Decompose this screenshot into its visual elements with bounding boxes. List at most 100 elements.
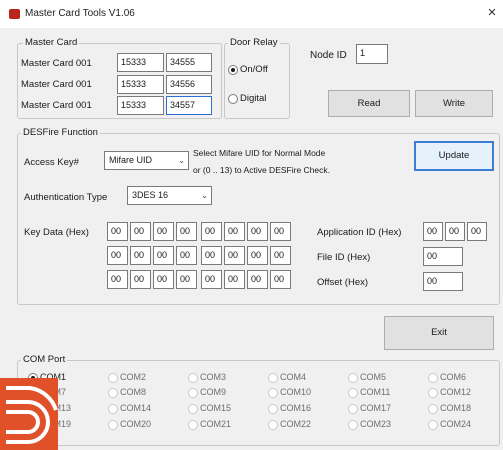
com-port-radio[interactable] — [348, 420, 358, 430]
access-key-hint-1: Select Mifare UID for Normal Mode — [193, 148, 326, 158]
com-port-label: COM16 — [280, 403, 312, 413]
com-port-radio[interactable] — [188, 373, 198, 383]
com-port-label: COM14 — [120, 403, 152, 413]
com-port-radio[interactable] — [428, 420, 438, 430]
auth-type-label: Authentication Type — [24, 192, 108, 203]
key-data-cell[interactable]: 00 — [130, 270, 151, 289]
key-data-cell[interactable]: 00 — [153, 222, 174, 241]
key-data-cell[interactable]: 00 — [153, 270, 174, 289]
com-port-label: COM23 — [360, 419, 392, 429]
access-key-label: Access Key# — [24, 157, 79, 168]
chevron-down-icon: ⌄ — [178, 156, 185, 165]
door-relay-group — [224, 43, 290, 119]
key-data-cell[interactable]: 00 — [270, 270, 291, 289]
com-port-radio[interactable] — [188, 388, 198, 398]
key-data-cell[interactable]: 00 — [176, 270, 197, 289]
master-card-3-field-2[interactable]: 34557 — [166, 96, 212, 115]
master-card-label-3: Master Card 001 — [21, 100, 92, 111]
com-port-radio[interactable] — [108, 373, 118, 383]
key-data-cell[interactable]: 00 — [107, 222, 128, 241]
com-port-label: COM11 — [360, 387, 391, 397]
key-data-cell[interactable]: 00 — [224, 270, 245, 289]
com-port-radio[interactable] — [188, 404, 198, 414]
door-relay-onoff-label: On/Off — [240, 64, 268, 75]
file-id-label: File ID (Hex) — [317, 252, 371, 263]
door-relay-digital-radio[interactable] — [228, 94, 238, 104]
master-card-1-field-2[interactable]: 34555 — [166, 53, 212, 72]
master-card-1-field-1[interactable]: 15333 — [117, 53, 164, 72]
com-port-label: COM5 — [360, 372, 387, 382]
access-key-combo[interactable]: Mifare UID ⌄ — [104, 151, 189, 170]
com-port-label: COM3 — [200, 372, 227, 382]
application-id-label: Application ID (Hex) — [317, 227, 402, 238]
read-button[interactable]: Read — [328, 90, 410, 117]
com-port-label: COM8 — [120, 387, 147, 397]
com-port-group — [17, 360, 500, 446]
node-id-label: Node ID — [310, 50, 347, 61]
node-id-field[interactable]: 1 — [356, 44, 388, 64]
com-port-radio[interactable] — [428, 388, 438, 398]
update-button[interactable]: Update — [414, 141, 494, 171]
key-data-cell[interactable]: 00 — [201, 222, 222, 241]
key-data-cell[interactable]: 00 — [130, 246, 151, 265]
key-data-cell[interactable]: 00 — [107, 246, 128, 265]
com-port-radio[interactable] — [268, 373, 278, 383]
master-card-2-field-2[interactable]: 34556 — [166, 75, 212, 94]
window-title: Master Card Tools V1.06 — [25, 8, 135, 19]
master-card-3-field-1[interactable]: 15333 — [117, 96, 164, 115]
key-data-cell[interactable]: 00 — [224, 222, 245, 241]
com-port-radio[interactable] — [348, 388, 358, 398]
com-port-label: COM9 — [200, 387, 227, 397]
com-port-radio[interactable] — [268, 388, 278, 398]
close-icon[interactable]: × — [482, 3, 502, 23]
com-port-label: COM22 — [280, 419, 312, 429]
auth-type-combo[interactable]: 3DES 16 ⌄ — [127, 186, 212, 205]
com-port-radio[interactable] — [188, 420, 198, 430]
com-port-radio[interactable] — [268, 404, 278, 414]
com-port-label: COM6 — [440, 372, 467, 382]
com-port-radio[interactable] — [108, 420, 118, 430]
com-port-radio[interactable] — [268, 420, 278, 430]
key-data-cell[interactable]: 00 — [247, 246, 268, 265]
key-data-cell[interactable]: 00 — [270, 246, 291, 265]
com-port-radio[interactable] — [348, 373, 358, 383]
key-data-cell[interactable]: 00 — [153, 246, 174, 265]
key-data-cell[interactable]: 00 — [176, 222, 197, 241]
key-data-cell[interactable]: 00 — [247, 270, 268, 289]
key-data-cell[interactable]: 00 — [107, 270, 128, 289]
master-card-label-2: Master Card 001 — [21, 79, 92, 90]
door-relay-digital-label: Digital — [240, 93, 267, 104]
com-port-label: COM20 — [120, 419, 152, 429]
com-port-label: COM2 — [120, 372, 147, 382]
door-relay-onoff-radio[interactable] — [228, 65, 238, 75]
key-data-cell[interactable]: 00 — [270, 222, 291, 241]
com-port-label: COM18 — [440, 403, 472, 413]
write-button[interactable]: Write — [415, 90, 493, 117]
key-data-cell[interactable]: 00 — [224, 246, 245, 265]
key-data-cell[interactable]: 00 — [201, 246, 222, 265]
application-id-cell-2[interactable]: 00 — [445, 222, 465, 241]
key-data-cell[interactable]: 00 — [176, 246, 197, 265]
exit-button[interactable]: Exit — [384, 316, 494, 350]
com-port-label: COM17 — [360, 403, 392, 413]
master-card-2-field-1[interactable]: 15333 — [117, 75, 164, 94]
com-port-radio[interactable] — [108, 388, 118, 398]
com-port-radio[interactable] — [108, 404, 118, 414]
master-card-legend: Master Card — [23, 37, 80, 48]
door-relay-legend: Door Relay — [228, 37, 280, 48]
file-id-field[interactable]: 00 — [423, 247, 463, 266]
com-port-radio[interactable] — [348, 404, 358, 414]
key-data-cell[interactable]: 00 — [201, 270, 222, 289]
com-port-label: COM4 — [280, 372, 307, 382]
application-id-cell-1[interactable]: 00 — [423, 222, 443, 241]
com-port-label: COM10 — [280, 387, 312, 397]
access-key-value: Mifare UID — [109, 155, 153, 165]
desfire-legend: DESFire Function — [21, 127, 100, 138]
key-data-cell[interactable]: 00 — [130, 222, 151, 241]
offset-field[interactable]: 00 — [423, 272, 463, 291]
key-data-cell[interactable]: 00 — [247, 222, 268, 241]
com-port-radio[interactable] — [428, 373, 438, 383]
application-id-cell-3[interactable]: 00 — [467, 222, 487, 241]
master-card-label-1: Master Card 001 — [21, 58, 92, 69]
com-port-radio[interactable] — [428, 404, 438, 414]
